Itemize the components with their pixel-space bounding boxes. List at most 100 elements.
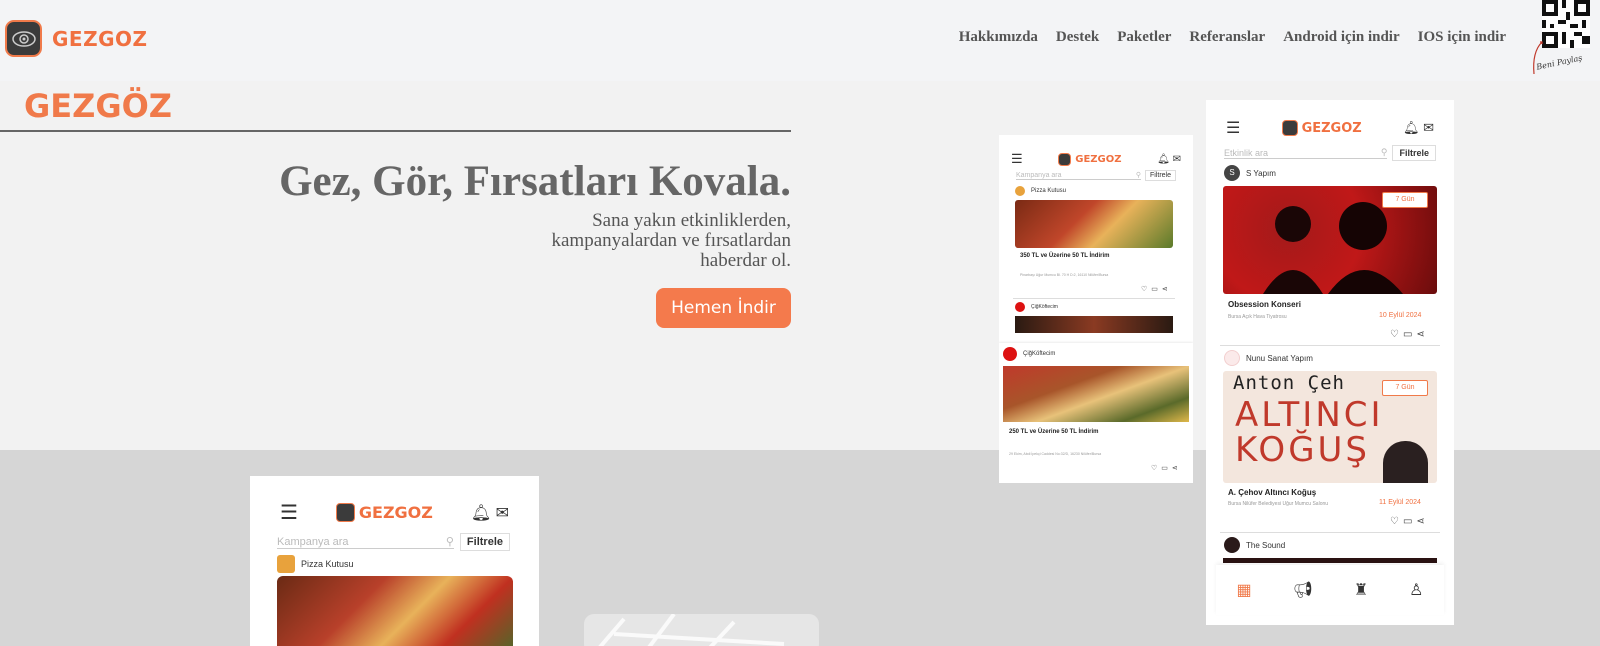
- card-actions: ♡ ▭ ⋖: [1390, 516, 1425, 527]
- bell-icon[interactable]: 🔔︎: [1403, 120, 1420, 135]
- hero-subtitle-line: Sana yakın etkinliklerden,: [592, 210, 791, 231]
- hero-brand-heading: GEZGÖZ: [24, 87, 172, 125]
- channel-header: ÇiğKöftecim: [1015, 302, 1058, 312]
- eye-logo-icon: [1058, 152, 1072, 166]
- app-logo-text: GEZGOZ: [358, 503, 433, 522]
- card-location: Bursa Açık Hava Tiyatrosu: [1228, 314, 1287, 320]
- channel-header: The Sound: [1224, 537, 1285, 553]
- menu-icon[interactable]: ☰: [1226, 118, 1240, 138]
- filter-button[interactable]: Filtrele: [1144, 170, 1176, 181]
- nav-link-references[interactable]: Referanslar: [1189, 29, 1265, 46]
- download-now-button[interactable]: Hemen İndir: [656, 288, 791, 328]
- eye-logo-icon: [1281, 120, 1298, 136]
- nav-link-support[interactable]: Destek: [1056, 29, 1099, 46]
- nav-link-ios-download[interactable]: IOS için indir: [1418, 29, 1506, 46]
- hero-divider: [0, 130, 791, 132]
- card-title: 250 TL ve Üzerine 50 TL İndirim: [1009, 429, 1099, 435]
- heart-icon[interactable]: ♡: [1390, 329, 1399, 340]
- card-actions: ♡ ▭ ⋖: [1151, 464, 1178, 472]
- nav-link-packages[interactable]: Paketler: [1117, 29, 1171, 46]
- mail-icon[interactable]: ✉: [496, 505, 509, 522]
- bell-icon[interactable]: 🔔︎: [471, 505, 491, 522]
- hero-title: Gez, Gör, Fırsatları Kovala.: [279, 158, 791, 205]
- map-card: [584, 612, 819, 646]
- mail-icon[interactable]: ✉: [1173, 154, 1181, 165]
- bottom-tab-bar: ▦ 📢︎ ♜ ♙: [1216, 565, 1444, 615]
- share-icon[interactable]: ⋖: [1162, 285, 1168, 293]
- card-divider: [1013, 298, 1175, 299]
- comment-icon[interactable]: ▭: [1151, 285, 1158, 293]
- poster-title-line: ALTINCI: [1235, 395, 1384, 435]
- poster-author: Anton Çeh: [1233, 372, 1345, 394]
- pizza-image: [1015, 200, 1173, 248]
- channel-avatar: [277, 555, 295, 573]
- channel-avatar: S: [1224, 165, 1240, 181]
- channel-header: Pizza Kutusu: [1015, 186, 1066, 196]
- menu-icon[interactable]: ☰: [280, 500, 298, 525]
- mail-icon[interactable]: ✉: [1423, 120, 1434, 135]
- menu-icon[interactable]: ☰: [1011, 151, 1023, 167]
- channel-avatar: [1224, 537, 1240, 553]
- bell-icon[interactable]: 🔔︎: [1157, 154, 1170, 165]
- phone-mockup-events: ☰ GEZGOZ 🔔︎ ✉ Etkinlik ara ⚲ Filtrele S S…: [1206, 100, 1454, 625]
- share-icon[interactable]: ⋖: [1172, 464, 1178, 472]
- filter-button[interactable]: Filtrele: [1392, 145, 1436, 161]
- header-actions: 🔔︎ ✉: [1403, 120, 1434, 136]
- search-icon: ⚲: [445, 536, 454, 548]
- search-input[interactable]: Kampanya ara ⚲: [1016, 171, 1141, 180]
- megaphone-tab-icon[interactable]: 📢︎: [1293, 580, 1313, 600]
- hero-subtitle: Sana yakın etkinliklerden, kampanyalarda…: [511, 210, 792, 271]
- profile-tab-icon[interactable]: ♙: [1409, 580, 1423, 600]
- eye-logo-icon: [5, 20, 42, 57]
- heart-icon[interactable]: ♡: [1141, 285, 1147, 293]
- heart-icon[interactable]: ♡: [1390, 516, 1399, 527]
- top-navbar: GEZGOZ Hakkımızda Destek Paketler Refera…: [0, 0, 1600, 81]
- map-illustration: [598, 612, 785, 646]
- search-icon: ⚲: [1380, 147, 1388, 157]
- site-logo[interactable]: GEZGOZ: [5, 20, 148, 57]
- pizza-image: [277, 576, 513, 646]
- comment-icon[interactable]: ▭: [1403, 329, 1412, 340]
- card-date: 10 Eylül 2024: [1379, 312, 1422, 319]
- filter-button[interactable]: Filtrele: [459, 533, 510, 551]
- search-input[interactable]: Kampanya ara ⚲: [277, 535, 454, 549]
- channel-name: S Yapım: [1246, 168, 1276, 178]
- channel-header: ÇiğKöftecim: [1003, 347, 1055, 361]
- comment-icon[interactable]: ▭: [1403, 516, 1412, 527]
- channel-name: Pizza Kutusu: [1031, 188, 1067, 194]
- channel-name: ÇiğKöftecim: [1023, 351, 1056, 357]
- search-placeholder: Kampanya ara: [277, 535, 349, 548]
- channel-name: ÇiğKöftecim: [1031, 304, 1058, 310]
- main-nav: Hakkımızda Destek Paketler Referanslar A…: [959, 29, 1506, 46]
- card-divider: [1220, 532, 1440, 533]
- channel-header: Pizza Kutusu: [277, 555, 354, 573]
- card-title: 350 TL ve Üzerine 50 TL İndirim: [1020, 253, 1110, 259]
- card-actions: ♡ ▭ ⋖: [1390, 329, 1425, 340]
- nav-link-android-download[interactable]: Android için indir: [1283, 29, 1399, 46]
- channel-avatar: [1003, 347, 1017, 361]
- share-icon[interactable]: ⋖: [1416, 516, 1424, 527]
- comment-icon[interactable]: ▭: [1161, 464, 1168, 472]
- app-logo-text: GEZGOZ: [1301, 120, 1362, 136]
- channel-avatar: [1015, 302, 1025, 312]
- heart-icon[interactable]: ♡: [1151, 464, 1157, 472]
- tower-tab-icon[interactable]: ♜: [1354, 580, 1368, 600]
- app-logo: GEZGOZ: [1281, 120, 1362, 136]
- app-logo: GEZGOZ: [1058, 152, 1122, 166]
- calendar-tab-icon[interactable]: ▦: [1236, 580, 1251, 600]
- nav-link-about[interactable]: Hakkımızda: [959, 29, 1038, 46]
- app-logo-text: GEZGOZ: [1075, 153, 1122, 165]
- search-input[interactable]: Etkinlik ara ⚲: [1224, 147, 1388, 159]
- share-icon[interactable]: ⋖: [1416, 329, 1424, 340]
- logo-text: GEZGOZ: [52, 26, 148, 51]
- qr-code-icon[interactable]: [1542, 0, 1590, 48]
- channel-name: Nunu Sanat Yapım: [1246, 353, 1313, 363]
- card-address: Pinarbaşı Uğur Mumcu Bl. 70 H D:2, 16110…: [1020, 273, 1109, 277]
- phone-mockup-bottom: ☰ GEZGOZ 🔔︎ ✉ Kampanya ara ⚲ Filtrele Piz…: [250, 476, 539, 646]
- search-placeholder: Kampanya ara: [1016, 171, 1062, 179]
- hero-subtitle-line: kampanyalardan ve fırsatlardan: [551, 230, 792, 251]
- kebab-image: [1003, 366, 1189, 422]
- channel-header: Nunu Sanat Yapım: [1224, 350, 1313, 366]
- card-location: Bursa Nilüfer Belediyesi Uğur Mumcu Salo…: [1228, 501, 1329, 507]
- days-left-badge: 7 Gün: [1382, 192, 1428, 208]
